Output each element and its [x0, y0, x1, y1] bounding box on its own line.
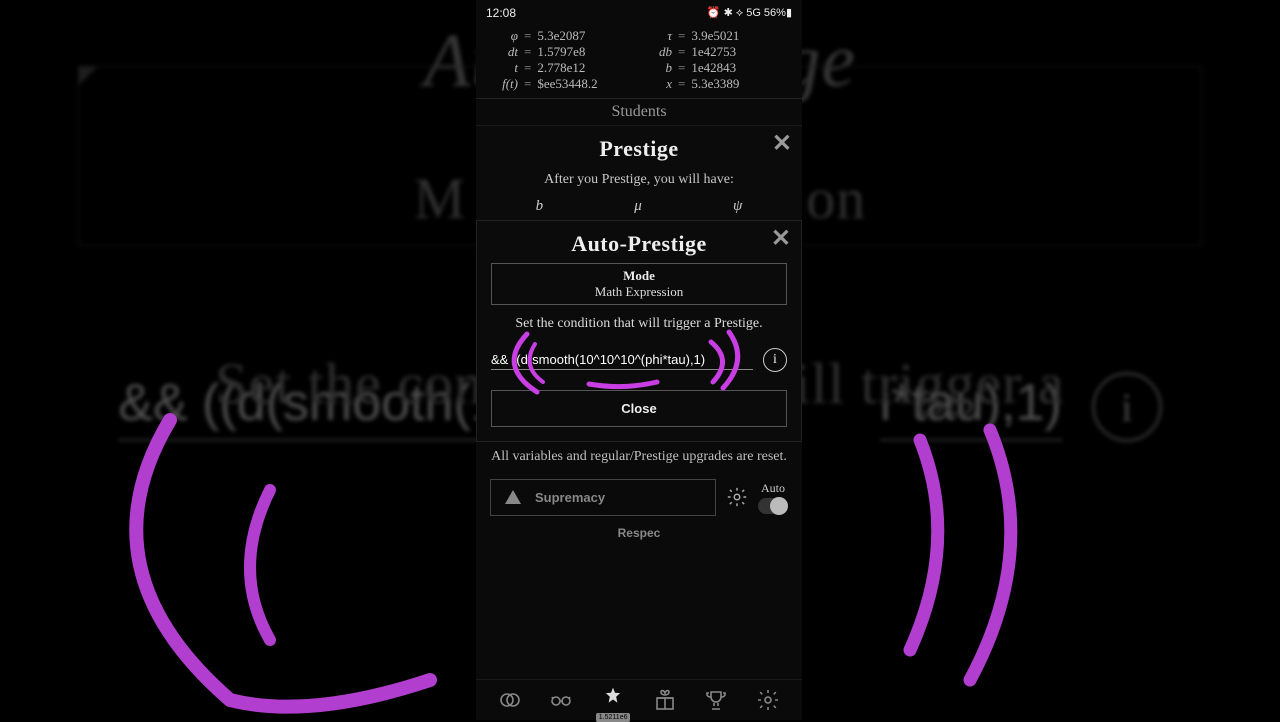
- venn-icon[interactable]: [496, 686, 524, 714]
- expression-input[interactable]: && ((d(smooth(10^10^10^(phi*tau),1): [491, 350, 753, 370]
- variable-grid: φ=5.3e2087 dt=1.5797e8 t=2.778e12 f(t)=$…: [476, 26, 802, 99]
- warning-icon: [505, 490, 521, 504]
- mode-selector[interactable]: Mode Math Expression: [491, 263, 787, 305]
- auto-toggle-label: Auto: [761, 481, 785, 496]
- glasses-icon[interactable]: [547, 686, 575, 714]
- supremacy-button[interactable]: Supremacy: [490, 479, 716, 516]
- mode-value: Math Expression: [492, 284, 786, 300]
- respec-button[interactable]: Respec: [476, 522, 802, 546]
- phone-frame: 12:08 ⏰ ✱ ⟡ 5G 56%▮ φ=5.3e2087 dt=1.5797…: [476, 0, 802, 720]
- prestige-symbols: b μ ψ: [490, 198, 788, 215]
- auto-toggle[interactable]: [758, 498, 788, 514]
- trophy-icon[interactable]: [702, 686, 730, 714]
- settings-icon[interactable]: [754, 686, 782, 714]
- prestige-hint: After you Prestige, you will have:: [490, 172, 788, 188]
- close-icon[interactable]: ✕: [771, 227, 791, 251]
- mode-label: Mode: [492, 268, 786, 284]
- status-bar: 12:08 ⏰ ✱ ⟡ 5G 56%▮: [476, 0, 802, 26]
- star-badge: 1.5211e6: [596, 713, 631, 722]
- reset-note: All variables and regular/Prestige upgra…: [476, 442, 802, 473]
- gift-icon[interactable]: [651, 686, 679, 714]
- prestige-panel: ✕ Prestige After you Prestige, you will …: [476, 126, 802, 222]
- auto-prestige-title: Auto-Prestige: [491, 231, 787, 257]
- gear-icon[interactable]: [726, 486, 748, 508]
- condition-hint: Set the condition that will trigger a Pr…: [491, 315, 787, 334]
- students-header[interactable]: Students: [476, 99, 802, 126]
- star-icon[interactable]: 1.5211e6: [599, 686, 627, 714]
- status-time: 12:08: [486, 6, 516, 20]
- auto-prestige-modal: ✕ Auto-Prestige Mode Math Expression Set…: [476, 220, 802, 442]
- bottom-nav: 1.5211e6: [476, 679, 802, 720]
- close-icon[interactable]: ✕: [772, 132, 792, 156]
- prestige-title: Prestige: [490, 136, 788, 162]
- status-indicators: ⏰ ✱ ⟡ 5G 56%▮: [707, 6, 792, 20]
- info-icon: i: [1092, 372, 1162, 442]
- info-icon[interactable]: i: [763, 348, 787, 372]
- close-button[interactable]: Close: [491, 390, 787, 427]
